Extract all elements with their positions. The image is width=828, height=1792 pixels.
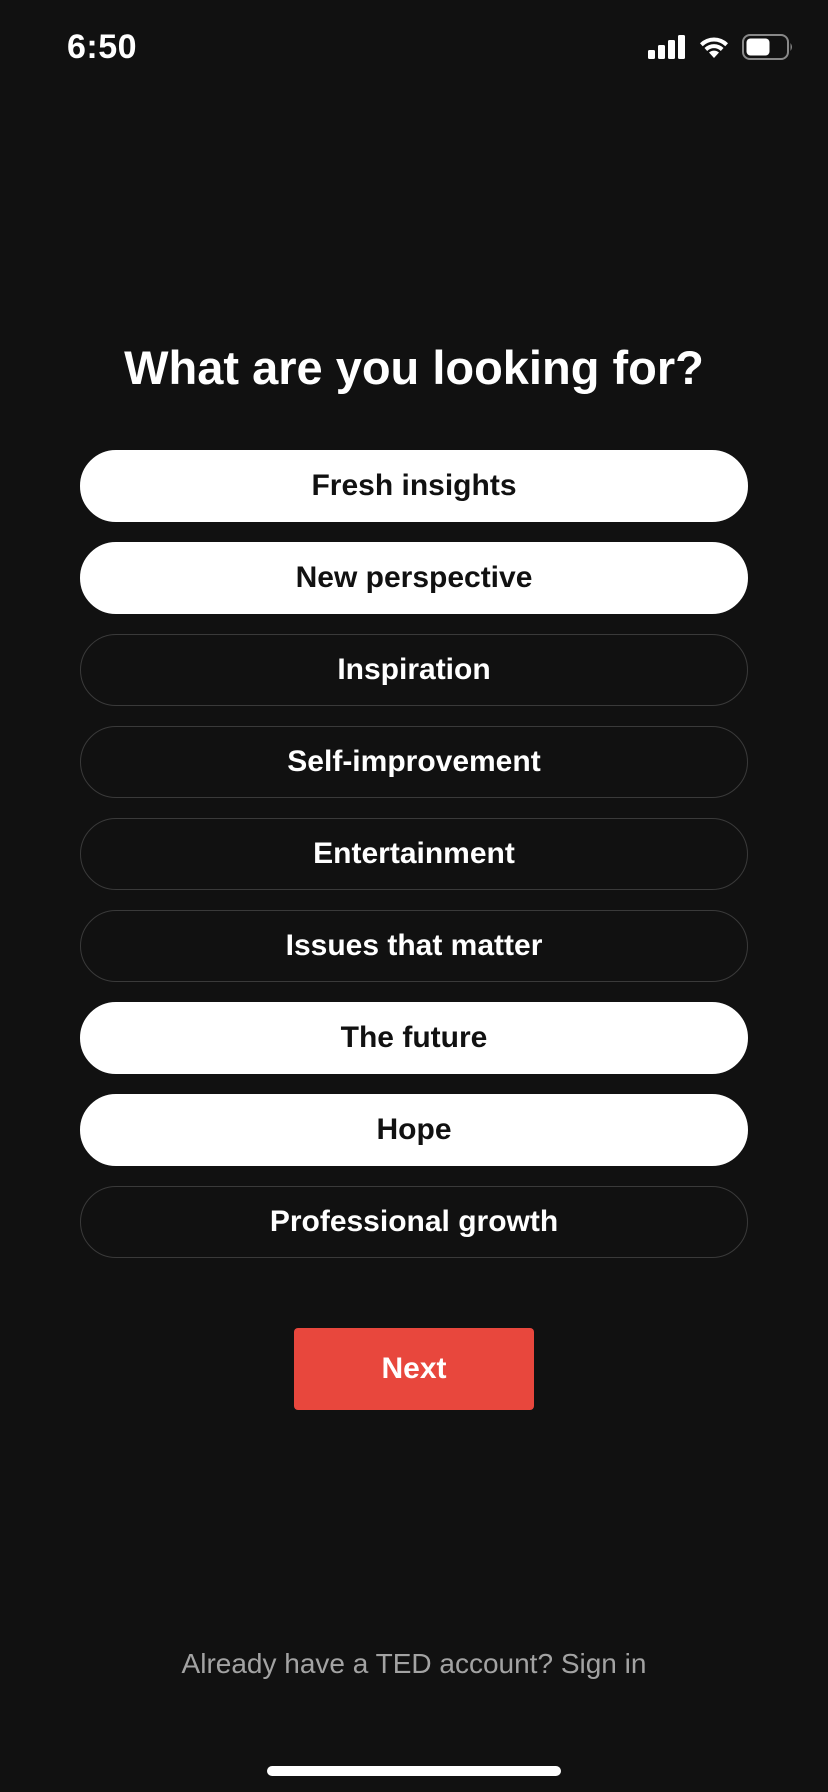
option-self-improvement[interactable]: Self-improvement xyxy=(80,726,748,798)
status-icons xyxy=(648,34,794,60)
option-fresh-insights[interactable]: Fresh insights xyxy=(80,450,748,522)
wifi-icon xyxy=(700,37,728,58)
options-list: Fresh insights New perspective Inspiration… xyxy=(80,450,748,1278)
battery-icon xyxy=(742,34,792,60)
option-hope[interactable]: Hope xyxy=(80,1094,748,1166)
option-the-future[interactable]: The future xyxy=(80,1002,748,1074)
option-inspiration[interactable]: Inspiration xyxy=(80,634,748,706)
next-button[interactable]: Next xyxy=(294,1328,534,1410)
status-bar: 6:50 xyxy=(0,0,828,100)
option-new-perspective[interactable]: New perspective xyxy=(80,542,748,614)
status-time: 6:50 xyxy=(67,28,138,66)
option-professional-growth[interactable]: Professional growth xyxy=(80,1186,748,1258)
option-issues-that-matter[interactable]: Issues that matter xyxy=(80,910,748,982)
home-indicator xyxy=(267,1766,561,1776)
option-entertainment[interactable]: Entertainment xyxy=(80,818,748,890)
page-title: What are you looking for? xyxy=(124,341,704,394)
signin-prompt: Already have a TED account? xyxy=(181,1648,554,1679)
signin-link[interactable]: Sign in xyxy=(561,1648,647,1679)
signin-row: Already have a TED account? Sign in xyxy=(0,1648,828,1680)
cellular-signal-icon xyxy=(648,35,685,59)
